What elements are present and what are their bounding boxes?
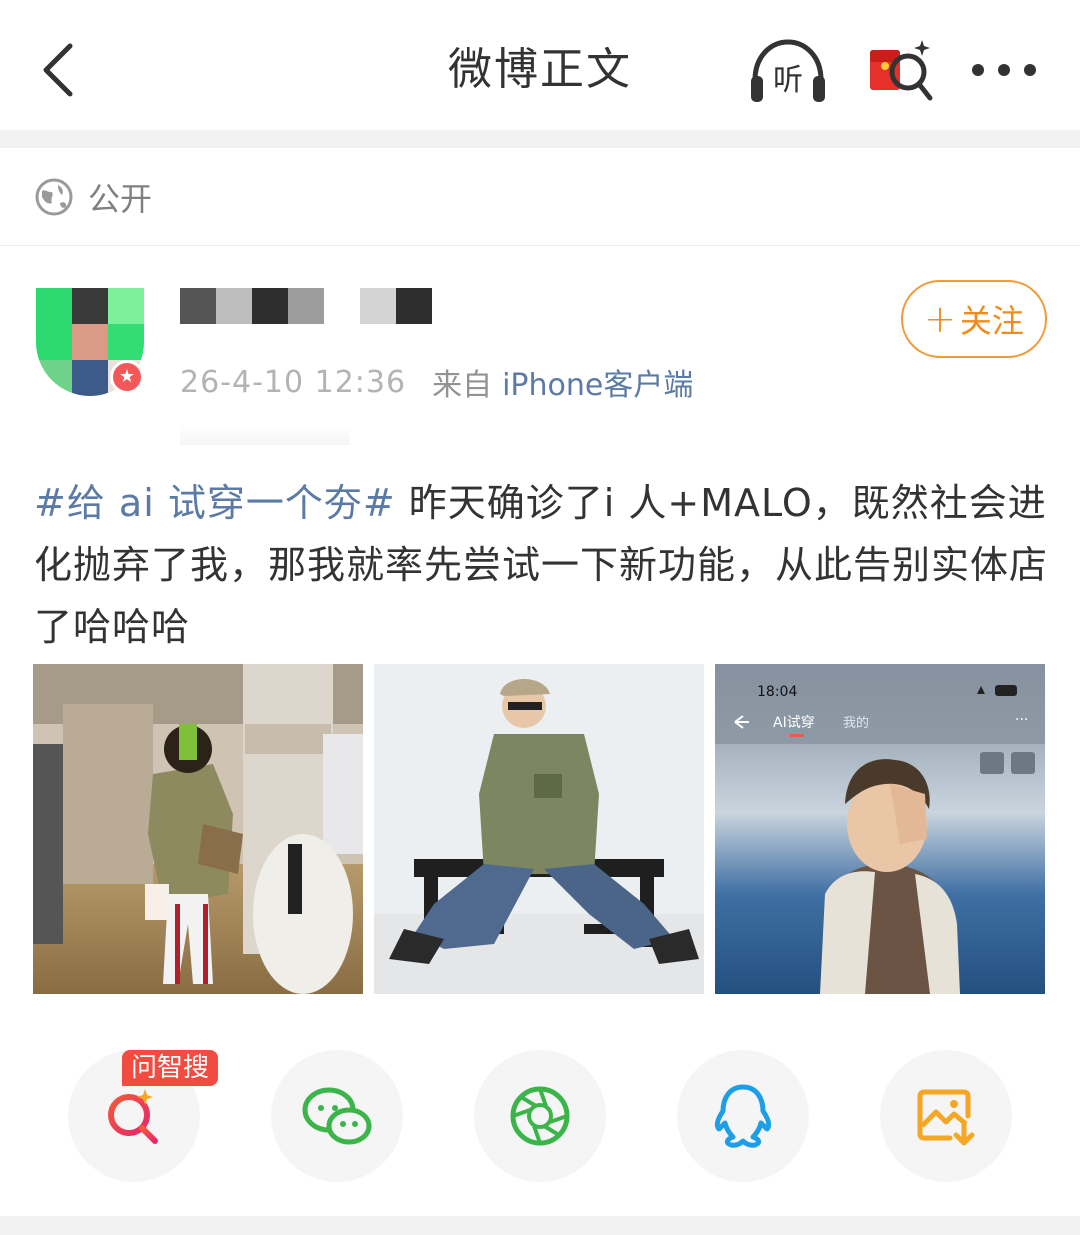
more-dot — [1024, 64, 1036, 76]
verified-badge: ★ — [110, 360, 144, 394]
headphones-icon: 听 — [751, 39, 825, 102]
visibility-row: 公开 — [0, 148, 1080, 246]
chevron-left-icon — [43, 43, 73, 97]
author-name[interactable] — [180, 288, 432, 324]
more-dot — [998, 64, 1010, 76]
post-image-3[interactable]: 18:04 AI试穿 我的 ··· — [715, 664, 1045, 994]
img3-tab: 我的 — [843, 715, 869, 731]
image-ai-tryon: 18:04 AI试穿 我的 ··· — [715, 664, 1045, 994]
red-packet-search-button[interactable] — [862, 36, 938, 106]
visibility-label: 公开 — [88, 179, 153, 218]
ai-search-tag: 问智搜 — [122, 1050, 218, 1086]
share-wechat-button[interactable] — [271, 1050, 403, 1182]
bottom-divider — [0, 1216, 1080, 1235]
post-image-1[interactable] — [33, 664, 363, 994]
save-image-button[interactable] — [880, 1050, 1012, 1182]
red-packet-search-icon — [870, 40, 933, 101]
post-time: 26-4-10 12:36 — [180, 364, 407, 400]
ai-search-icon — [108, 1089, 158, 1144]
post-meta: 26-4-10 12:36 来自 iPhone客户端 — [180, 360, 693, 404]
qq-icon — [714, 1084, 772, 1148]
image-mall-selfie — [33, 664, 363, 994]
location-blur — [180, 425, 350, 445]
hashtag-link[interactable]: #给 ai 试穿一个夯# — [34, 481, 396, 525]
plus-icon: + — [924, 297, 956, 341]
more-dot — [972, 64, 984, 76]
wechat-icon — [302, 1087, 372, 1145]
source-client[interactable]: iPhone客户端 — [502, 360, 693, 404]
follow-button[interactable]: + 关注 — [901, 280, 1047, 358]
more-button[interactable] — [966, 44, 1042, 96]
post-image-2[interactable] — [374, 664, 704, 994]
back-button[interactable] — [30, 38, 86, 102]
listen-button[interactable]: 听 — [745, 36, 831, 106]
share-qq-button[interactable] — [677, 1050, 809, 1182]
page-title: 微博正文 — [448, 44, 632, 95]
img3-title: AI试穿 — [773, 715, 815, 731]
listen-label: 听 — [773, 63, 803, 98]
image-grid: 18:04 AI试穿 我的 ··· — [33, 664, 1045, 994]
moments-icon — [510, 1086, 570, 1146]
globe-icon — [35, 178, 73, 215]
img3-status-time: 18:04 — [757, 684, 797, 700]
section-divider — [0, 130, 1080, 148]
image-studio-bench — [374, 664, 704, 994]
save-image-icon — [917, 1089, 975, 1146]
post-body: #给 ai 试穿一个夯# 昨天确诊了i 人+MALO，既然社会进化抛弃了我，那我… — [34, 472, 1050, 658]
top-nav-bar: 微博正文 听 — [0, 0, 1080, 130]
follow-label: 关注 — [959, 302, 1024, 340]
source-prefix: 来自 — [432, 368, 493, 403]
share-moments-button[interactable] — [474, 1050, 606, 1182]
img3-more: ··· — [1015, 712, 1028, 728]
